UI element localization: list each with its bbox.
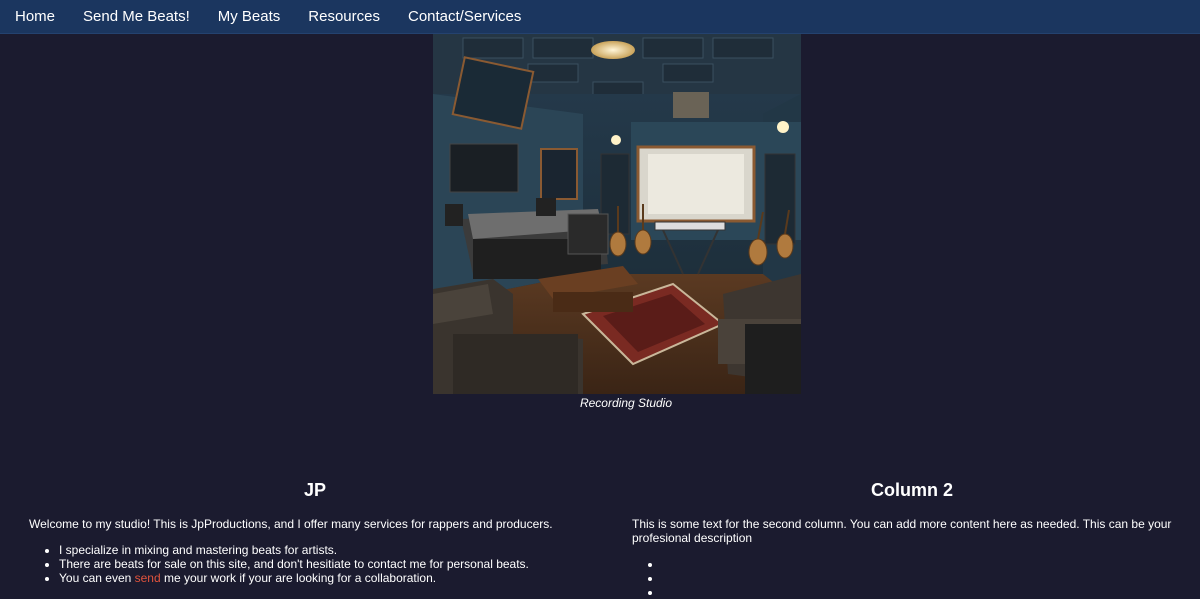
column-jp-title: JP [303, 480, 327, 500]
image-caption: Recording Studio [579, 396, 673, 410]
list-item [662, 557, 1192, 571]
list-item: You can even send me your work if your a… [59, 571, 601, 585]
column-jp: JP Welcome to my studio! This is JpProdu… [29, 478, 601, 585]
list-item: There are beats for sale on this site, a… [59, 557, 601, 571]
column-2: Column 2 This is some text for the secon… [632, 478, 1192, 599]
nav-contact-services[interactable]: Contact/Services [394, 0, 535, 33]
nav-my-beats[interactable]: My Beats [204, 0, 295, 33]
nav-send-me-beats[interactable]: Send Me Beats! [69, 0, 204, 33]
list-item [662, 585, 1192, 599]
send-link[interactable]: send [135, 571, 161, 585]
column-2-list [632, 557, 1192, 599]
nav-resources[interactable]: Resources [294, 0, 394, 33]
studio-image [433, 34, 801, 394]
top-navbar: Home Send Me Beats! My Beats Resources C… [0, 0, 1200, 34]
bullet-text-pre: You can even [59, 571, 135, 585]
column-2-title: Column 2 [870, 480, 953, 500]
column-jp-intro: Welcome to my studio! This is JpProducti… [29, 517, 553, 531]
nav-home[interactable]: Home [0, 0, 69, 33]
column-jp-list: I specialize in mixing and mastering bea… [29, 543, 601, 585]
list-item: I specialize in mixing and mastering bea… [59, 543, 601, 557]
column-2-intro: This is some text for the second column.… [632, 517, 1172, 545]
bullet-text-post: me your work if your are looking for a c… [160, 571, 437, 585]
list-item [662, 571, 1192, 585]
